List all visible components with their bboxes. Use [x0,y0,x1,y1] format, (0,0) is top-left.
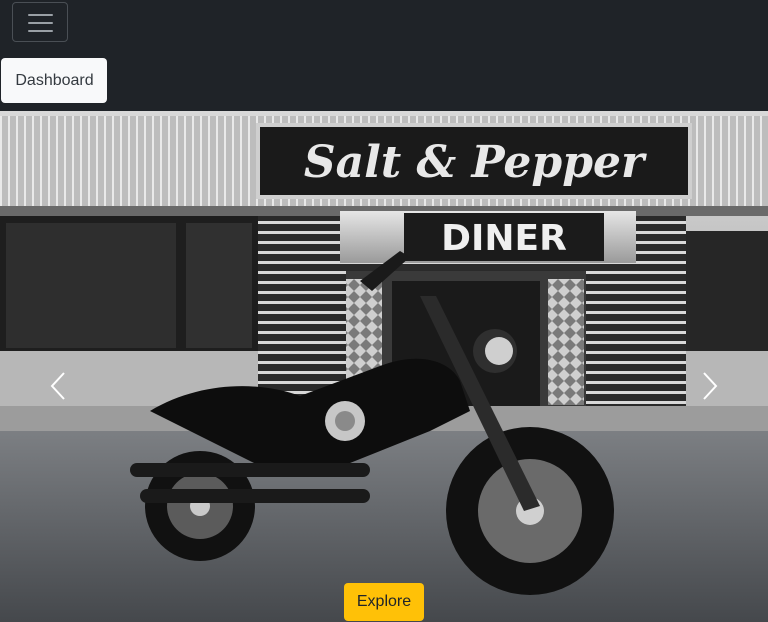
chevron-right-icon [703,372,718,400]
sign-bottom-text: DINER [441,218,567,259]
chevron-left-icon [50,372,65,400]
sign-top-text: Salt & Pepper [304,137,647,188]
explore-button[interactable]: Explore [344,583,424,621]
carousel-next-control[interactable] [690,361,730,411]
carousel-prev-control[interactable] [38,361,78,411]
dashboard-button[interactable]: Dashboard [1,58,107,103]
navbar: Dashboard [0,0,768,111]
carousel-image: Salt & Pepper DINER [0,111,768,622]
navbar-toggler[interactable] [12,2,68,42]
hero-carousel: Salt & Pepper DINER Explore [0,111,768,622]
